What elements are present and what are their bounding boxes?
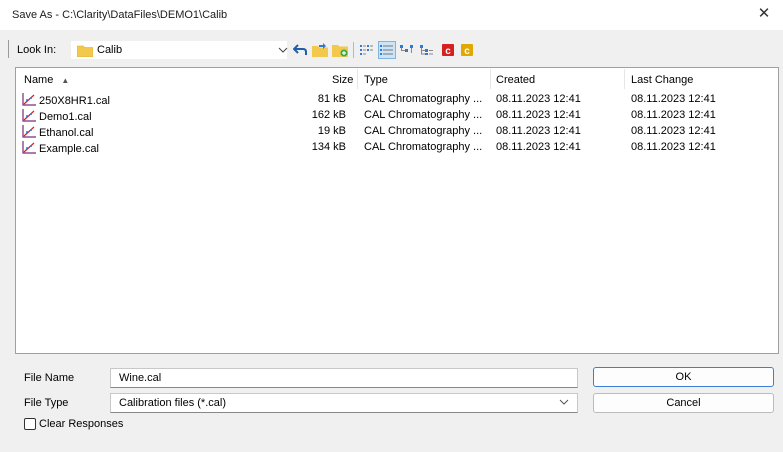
clear-responses-label: Clear Responses: [39, 418, 124, 430]
tree-view-alt-icon[interactable]: [418, 41, 436, 59]
column-divider[interactable]: [490, 69, 491, 89]
title-bar: Save As - C:\Clarity\DataFiles\DEMO1\Cal…: [0, 0, 783, 30]
file-row[interactable]: Ethanol.cal 19 kB CAL Chromatography ...…: [16, 124, 776, 140]
file-name: Demo1.cal: [39, 111, 92, 123]
chevron-down-icon[interactable]: [274, 41, 292, 59]
calibration-red-icon[interactable]: c: [439, 41, 457, 59]
file-type: CAL Chromatography ...: [364, 93, 483, 105]
list-view-icon[interactable]: [358, 41, 376, 59]
file-size: 19 kB: [317, 125, 346, 137]
chevron-down-icon: [559, 397, 569, 408]
tree-view-icon[interactable]: [398, 41, 416, 59]
column-header-name-label: Name: [24, 74, 54, 86]
file-created: 08.11.2023 12:41: [496, 141, 581, 153]
file-last-change: 08.11.2023 12:41: [631, 93, 716, 105]
toolbar: Look In: Calib c c: [0, 38, 783, 62]
new-folder-add-icon[interactable]: [331, 41, 349, 59]
ok-button[interactable]: OK: [593, 367, 774, 387]
calibration-yellow-icon[interactable]: c: [458, 41, 476, 59]
calibration-file-icon: [22, 109, 36, 125]
file-created: 08.11.2023 12:41: [496, 93, 581, 105]
cancel-button[interactable]: Cancel: [593, 393, 774, 413]
calibration-file-icon: [22, 125, 36, 141]
sort-ascending-icon: ▲: [61, 76, 70, 85]
file-created: 08.11.2023 12:41: [496, 125, 581, 137]
file-name: 250X8HR1.cal: [39, 95, 110, 107]
file-list[interactable]: Name ▲ Size Type Created Last Change 250X…: [15, 67, 779, 354]
look-in-combo[interactable]: Calib: [70, 40, 288, 60]
file-size: 81 kB: [317, 93, 346, 105]
file-size: 134 kB: [311, 141, 346, 153]
calibration-file-icon: [22, 93, 36, 109]
file-last-change: 08.11.2023 12:41: [631, 109, 716, 121]
file-type-select[interactable]: Calibration files (*.cal): [110, 393, 578, 413]
look-in-label: Look In:: [17, 44, 57, 56]
file-row[interactable]: 250X8HR1.cal 81 kB CAL Chromatography ..…: [16, 92, 776, 108]
file-type-label: File Type: [24, 397, 69, 409]
svg-text:c: c: [445, 46, 451, 57]
file-name: Ethanol.cal: [39, 127, 94, 139]
window-title: Save As - C:\Clarity\DataFiles\DEMO1\Cal…: [12, 9, 228, 21]
close-icon[interactable]: ✕: [754, 4, 774, 24]
column-header-last-change[interactable]: Last Change: [631, 74, 693, 88]
file-name-value: Wine.cal: [119, 372, 162, 384]
toolbar-separator: [353, 42, 354, 58]
column-header-created[interactable]: Created: [496, 74, 535, 88]
folder-icon: [76, 45, 94, 60]
toolbar-grip: [8, 40, 9, 58]
file-row[interactable]: Example.cal 134 kB CAL Chromatography ..…: [16, 140, 776, 156]
column-header-size[interactable]: Size: [332, 74, 353, 88]
file-type: CAL Chromatography ...: [364, 125, 483, 137]
file-created: 08.11.2023 12:41: [496, 109, 581, 121]
file-type: CAL Chromatography ...: [364, 109, 483, 121]
column-divider[interactable]: [624, 69, 625, 89]
file-name-label: File Name: [24, 372, 75, 384]
column-header-type[interactable]: Type: [364, 74, 388, 88]
svg-text:c: c: [464, 46, 470, 57]
details-view-icon[interactable]: [378, 41, 396, 59]
column-header-name[interactable]: Name ▲: [24, 74, 69, 88]
file-size: 162 kB: [311, 109, 346, 121]
file-name: Example.cal: [39, 143, 99, 155]
file-name-input[interactable]: Wine.cal: [110, 368, 578, 388]
checkbox-box[interactable]: [24, 418, 36, 430]
up-folder-icon[interactable]: [291, 41, 309, 59]
file-last-change: 08.11.2023 12:41: [631, 125, 716, 137]
look-in-value: Calib: [97, 44, 123, 56]
file-last-change: 08.11.2023 12:41: [631, 141, 716, 153]
new-folder-icon[interactable]: [311, 41, 329, 59]
file-type: CAL Chromatography ...: [364, 141, 483, 153]
file-type-value: Calibration files (*.cal): [119, 397, 226, 409]
column-divider[interactable]: [357, 69, 358, 89]
clear-responses-checkbox[interactable]: Clear Responses: [24, 418, 123, 430]
file-row[interactable]: Demo1.cal 162 kB CAL Chromatography ... …: [16, 108, 776, 124]
calibration-file-icon: [22, 141, 36, 157]
